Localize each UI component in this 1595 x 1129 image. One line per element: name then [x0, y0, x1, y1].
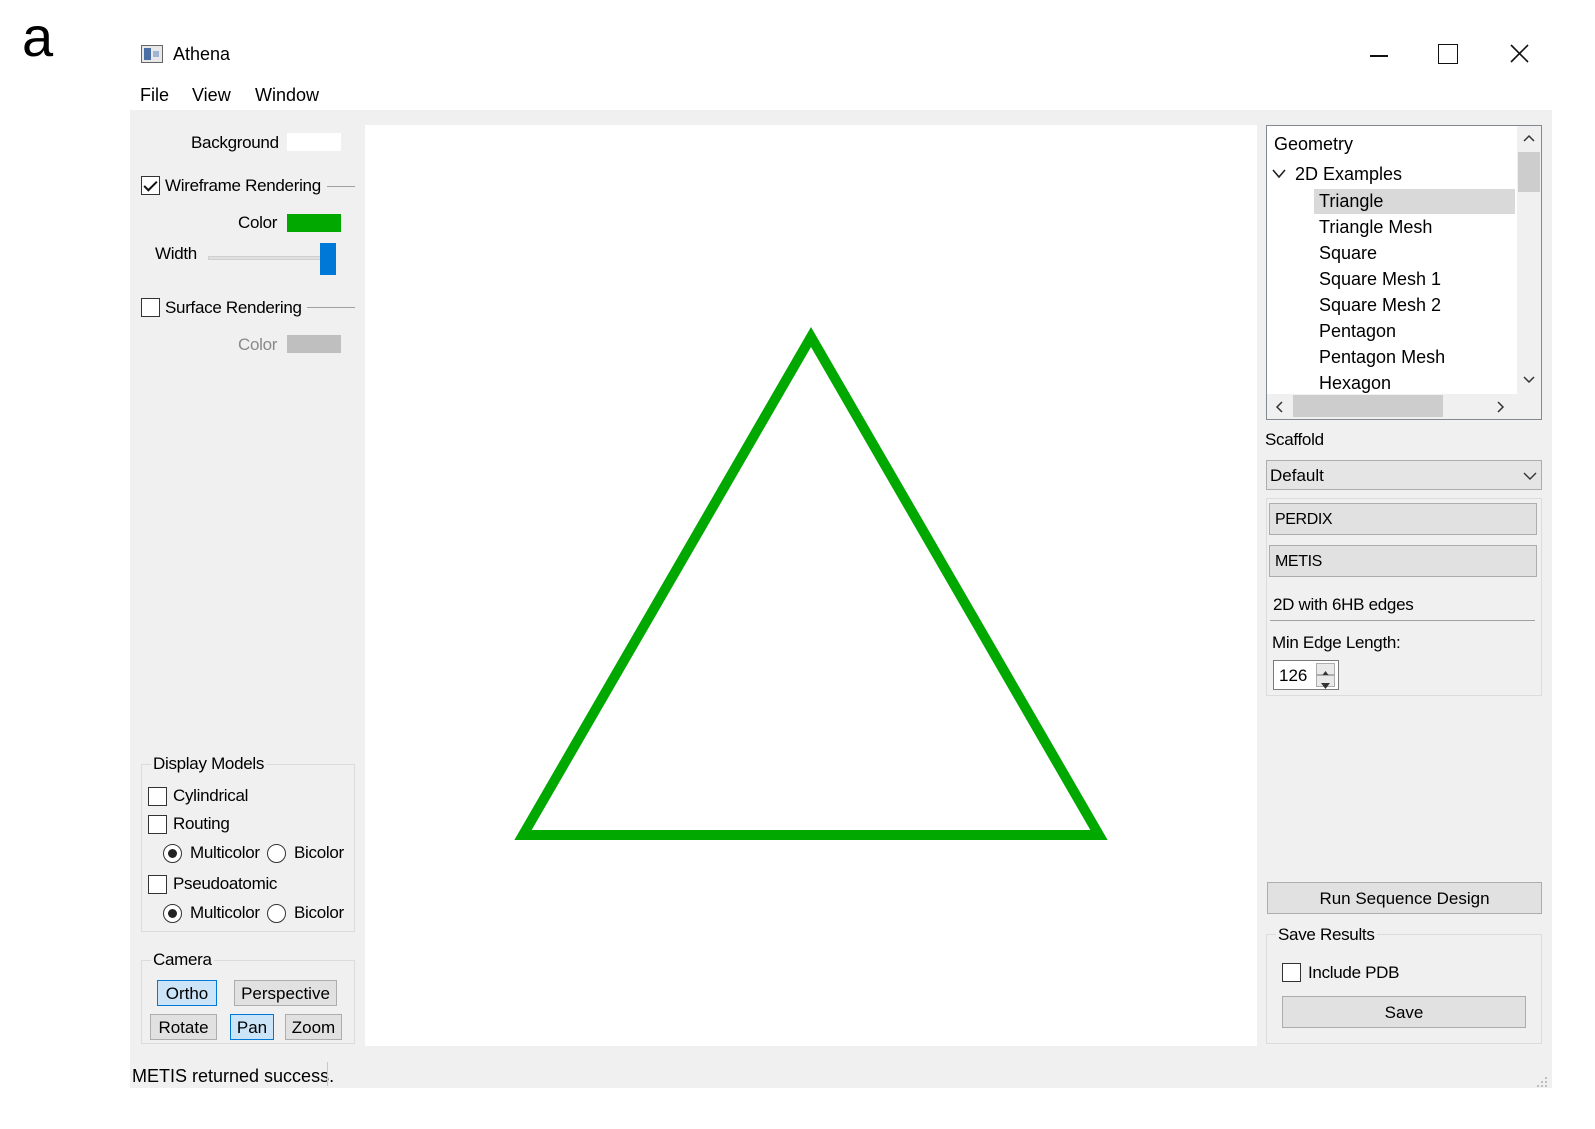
close-button[interactable]: [1508, 42, 1532, 66]
rotate-button[interactable]: Rotate: [150, 1014, 217, 1040]
background-label: Background: [191, 133, 279, 152]
min-edge-value: 126: [1279, 666, 1308, 685]
maximize-button[interactable]: [1438, 44, 1458, 64]
wireframe-divider: [327, 186, 355, 187]
scroll-right-icon[interactable]: [1497, 401, 1505, 413]
width-slider-track[interactable]: [208, 256, 336, 260]
menu-window[interactable]: Window: [255, 85, 319, 106]
surface-checkbox[interactable]: [141, 298, 160, 317]
tree-group-2d[interactable]: 2D Examples: [1295, 164, 1402, 185]
tree-item-triangle-mesh[interactable]: Triangle Mesh: [1319, 217, 1432, 238]
tree-item-hexagon[interactable]: Hexagon: [1319, 373, 1391, 394]
tree-item-square-mesh-2[interactable]: Square Mesh 2: [1319, 295, 1441, 316]
zoom-button[interactable]: Zoom: [285, 1014, 342, 1040]
metis-button[interactable]: METIS: [1269, 545, 1537, 577]
pseudo-multicolor-radio[interactable]: [163, 904, 182, 923]
background-color-swatch[interactable]: [287, 133, 341, 151]
save-button[interactable]: Save: [1282, 996, 1526, 1028]
save-results-title: Save Results: [1276, 925, 1377, 945]
tree-item-square[interactable]: Square: [1319, 243, 1377, 264]
geometry-tree[interactable]: Geometry 2D Examples Triangle Triangle M…: [1266, 125, 1542, 420]
perspective-button[interactable]: Perspective: [234, 980, 337, 1006]
include-pdb-label: Include PDB: [1308, 963, 1400, 982]
min-edge-spinbox[interactable]: 126: [1273, 660, 1339, 690]
pseudoatomic-checkbox[interactable]: [148, 875, 167, 894]
tree-item-pentagon-mesh[interactable]: Pentagon Mesh: [1319, 347, 1445, 368]
minimize-button[interactable]: [1368, 40, 1392, 68]
status-divider: [327, 1062, 328, 1086]
tree-hscrollbar[interactable]: [1267, 394, 1517, 419]
spin-down-button[interactable]: [1316, 675, 1335, 689]
spin-down-icon: [1321, 683, 1330, 689]
menu-view[interactable]: View: [192, 85, 231, 106]
scaffold-value: Default: [1270, 466, 1324, 485]
scroll-left-icon[interactable]: [1275, 401, 1283, 413]
wireframe-label: Wireframe Rendering: [165, 176, 321, 195]
menu-file[interactable]: File: [140, 85, 169, 106]
chevron-down-icon[interactable]: [1272, 168, 1286, 180]
chevron-down-icon: [1523, 472, 1537, 480]
close-icon: [1510, 44, 1529, 63]
scaffold-label: Scaffold: [1265, 430, 1324, 449]
surface-divider: [307, 307, 355, 308]
min-edge-label: Min Edge Length:: [1272, 633, 1401, 652]
run-sequence-design-button[interactable]: Run Sequence Design: [1267, 882, 1542, 914]
pan-button[interactable]: Pan: [230, 1014, 274, 1040]
wireframe-color-label: Color: [238, 213, 278, 232]
wireframe-checkbox[interactable]: [141, 176, 160, 195]
tree-hscroll-thumb[interactable]: [1293, 395, 1443, 417]
window-title: Athena: [173, 44, 231, 64]
pseudo-bicolor-label: Bicolor: [294, 903, 344, 922]
render-viewport[interactable]: [365, 125, 1257, 1046]
pseudo-bicolor-radio[interactable]: [267, 904, 286, 923]
pseudoatomic-label: Pseudoatomic: [173, 874, 278, 893]
tree-vscroll-thumb[interactable]: [1518, 152, 1540, 192]
include-pdb-checkbox[interactable]: [1282, 963, 1301, 982]
tree-root[interactable]: Geometry: [1274, 134, 1353, 155]
perdix-button[interactable]: PERDIX: [1269, 503, 1537, 535]
scroll-corner: [1517, 394, 1541, 419]
triangle-shape: [514, 327, 1108, 840]
ortho-button[interactable]: Ortho: [157, 980, 217, 1006]
app-icon: [141, 45, 163, 63]
surface-label: Surface Rendering: [165, 298, 302, 317]
routing-multicolor-label: Multicolor: [190, 843, 260, 862]
wireframe-color-swatch[interactable]: [287, 214, 341, 232]
width-slider-handle[interactable]: [320, 243, 336, 275]
cylindrical-label: Cylindrical: [173, 786, 249, 805]
scroll-up-icon[interactable]: [1523, 134, 1535, 142]
routing-bicolor-radio[interactable]: [267, 844, 286, 863]
spin-up-button[interactable]: [1316, 663, 1335, 677]
tree-vscrollbar[interactable]: [1517, 126, 1541, 394]
status-text: METIS returned success.: [132, 1066, 335, 1086]
resize-grip-icon[interactable]: [1536, 1073, 1548, 1087]
routing-multicolor-radio[interactable]: [163, 844, 182, 863]
figure-label: a: [22, 5, 54, 68]
scroll-down-icon[interactable]: [1523, 376, 1535, 384]
routing-bicolor-label: Bicolor: [294, 843, 344, 862]
tree-item-square-mesh-1[interactable]: Square Mesh 1: [1319, 269, 1441, 290]
mode-label: 2D with 6HB edges: [1273, 595, 1414, 614]
surface-color-label: Color: [238, 335, 278, 354]
display-models-title: Display Models: [151, 754, 267, 774]
width-label: Width: [155, 244, 197, 263]
tree-item-triangle[interactable]: Triangle: [1319, 191, 1383, 212]
camera-title: Camera: [151, 950, 214, 970]
mode-divider: [1270, 620, 1535, 621]
scaffold-dropdown[interactable]: Default: [1266, 460, 1542, 490]
routing-label: Routing: [173, 814, 230, 833]
viewport-canvas: [514, 327, 1108, 840]
tree-item-pentagon[interactable]: Pentagon: [1319, 321, 1396, 342]
cylindrical-checkbox[interactable]: [148, 787, 167, 806]
pseudo-multicolor-label: Multicolor: [190, 903, 260, 922]
surface-color-swatch: [287, 335, 341, 353]
routing-checkbox[interactable]: [148, 815, 167, 834]
